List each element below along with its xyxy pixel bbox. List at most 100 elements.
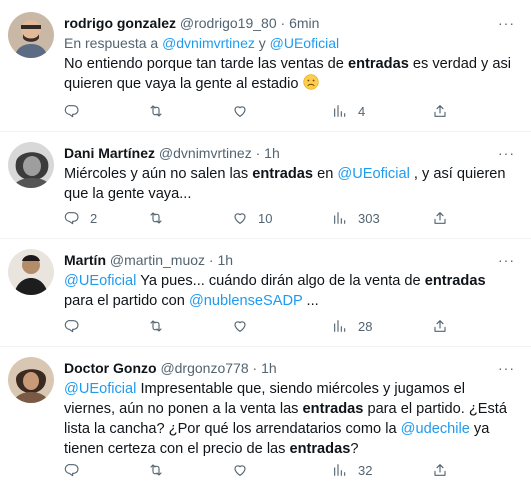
mention-link[interactable]: @UEoficial bbox=[64, 381, 136, 397]
timestamp[interactable]: 1h bbox=[217, 252, 233, 268]
views-count: 4 bbox=[358, 103, 366, 119]
display-name[interactable]: Martín bbox=[64, 252, 106, 268]
mention-link[interactable]: @udechile bbox=[401, 421, 470, 437]
tweet-text: @UEoficial Ya pues... cuándo dirán algo … bbox=[64, 271, 515, 311]
views-icon bbox=[332, 462, 348, 478]
like-count: 10 bbox=[258, 210, 273, 226]
avatar[interactable] bbox=[8, 142, 54, 188]
tweet-2[interactable]: Dani Martínez @dvnimvrtinez · 1h ··· Mié… bbox=[0, 132, 531, 238]
text-segment: Miércoles y aún no salen las bbox=[64, 166, 249, 182]
views-icon bbox=[332, 210, 348, 226]
tweet-text: No entiendo porque tan tarde las ventas … bbox=[64, 54, 515, 94]
slightly-frowning-face-icon bbox=[302, 74, 319, 90]
display-name[interactable]: Dani Martínez bbox=[64, 145, 155, 161]
views-count: 32 bbox=[358, 462, 373, 478]
reply-icon bbox=[64, 210, 80, 226]
text-segment: ... bbox=[306, 293, 319, 309]
reply-context: En respuesta a @dvnimvrtinez y @UEoficia… bbox=[64, 34, 515, 52]
like-icon bbox=[232, 318, 248, 334]
reply-count: 2 bbox=[90, 210, 98, 226]
more-options-icon[interactable]: ··· bbox=[498, 14, 515, 32]
highlighted-term: entradas bbox=[302, 401, 364, 417]
share-button[interactable] bbox=[432, 208, 448, 228]
reply-button[interactable] bbox=[64, 460, 90, 480]
more-options-icon[interactable]: ··· bbox=[498, 144, 515, 162]
mention-link[interactable]: @UEoficial bbox=[337, 166, 409, 182]
reply-icon bbox=[64, 318, 80, 334]
highlighted-term: entradas bbox=[252, 166, 314, 182]
text-segment: No entiendo porque tan tarde las ventas … bbox=[64, 56, 344, 72]
tweet-1[interactable]: rodrigo gonzalez @rodrigo19_80 · 6min ··… bbox=[0, 0, 531, 130]
retweet-button[interactable] bbox=[148, 460, 174, 480]
share-icon bbox=[432, 462, 448, 478]
like-button[interactable] bbox=[232, 460, 258, 480]
retweet-button[interactable] bbox=[148, 101, 174, 121]
like-button[interactable]: 10 bbox=[232, 208, 272, 228]
reply-icon bbox=[64, 462, 80, 478]
like-icon bbox=[232, 103, 248, 119]
separator: · bbox=[208, 252, 214, 268]
retweet-icon bbox=[148, 318, 164, 334]
share-button[interactable] bbox=[432, 101, 448, 121]
mention-link[interactable]: @UEoficial bbox=[64, 273, 136, 289]
tweet-4[interactable]: Doctor Gonzo @drgonzo778 · 1h ··· @UEofi… bbox=[0, 347, 531, 493]
views-button[interactable]: 32 bbox=[332, 460, 372, 480]
views-button[interactable]: 4 bbox=[332, 101, 365, 121]
highlighted-term: entradas bbox=[424, 273, 486, 289]
like-button[interactable] bbox=[232, 316, 258, 336]
tweet-text: Miércoles y aún no salen las entradas en… bbox=[64, 164, 515, 204]
tweet-header: Martín @martin_muoz · 1h ··· bbox=[64, 251, 515, 269]
text-segment: en bbox=[317, 166, 334, 182]
timestamp[interactable]: 6min bbox=[289, 15, 319, 31]
user-handle[interactable]: @dvnimvrtinez bbox=[159, 145, 252, 161]
share-button[interactable] bbox=[432, 460, 448, 480]
like-icon bbox=[232, 462, 248, 478]
tweet-header: rodrigo gonzalez @rodrigo19_80 · 6min ··… bbox=[64, 14, 515, 32]
like-icon bbox=[232, 210, 248, 226]
reply-icon bbox=[64, 103, 80, 119]
reply-and: y bbox=[258, 35, 266, 51]
share-icon bbox=[432, 103, 448, 119]
user-handle[interactable]: @rodrigo19_80 bbox=[180, 15, 277, 31]
retweet-icon bbox=[148, 462, 164, 478]
views-count: 28 bbox=[358, 318, 373, 334]
mention-link[interactable]: @nublenseSADP bbox=[189, 293, 303, 309]
user-handle[interactable]: @drgonzo778 bbox=[160, 360, 248, 376]
text-segment: Ya pues... cuándo dirán algo de la venta… bbox=[140, 273, 421, 289]
mention-link[interactable]: @UEoficial bbox=[270, 35, 339, 51]
reply-prefix: En respuesta a bbox=[64, 35, 159, 51]
views-icon bbox=[332, 103, 348, 119]
highlighted-term: entradas bbox=[347, 56, 409, 72]
share-button[interactable] bbox=[432, 316, 448, 336]
avatar[interactable] bbox=[8, 357, 54, 403]
views-icon bbox=[332, 318, 348, 334]
timestamp[interactable]: 1h bbox=[264, 145, 280, 161]
tweet-actions: 28 bbox=[64, 316, 464, 336]
tweet-actions: 4 bbox=[64, 101, 464, 121]
text-segment: ? bbox=[350, 441, 359, 457]
retweet-button[interactable] bbox=[148, 316, 174, 336]
text-segment: para el partido con bbox=[64, 293, 185, 309]
separator: · bbox=[280, 15, 286, 31]
more-options-icon[interactable]: ··· bbox=[498, 359, 515, 377]
avatar[interactable] bbox=[8, 249, 54, 295]
mention-link[interactable]: @dvnimvrtinez bbox=[162, 35, 255, 51]
views-button[interactable]: 28 bbox=[332, 316, 372, 336]
timestamp[interactable]: 1h bbox=[261, 360, 277, 376]
more-options-icon[interactable]: ··· bbox=[498, 251, 515, 269]
avatar[interactable] bbox=[8, 12, 54, 58]
tweet-3[interactable]: Martín @martin_muoz · 1h ··· @UEoficial … bbox=[0, 239, 531, 345]
retweet-button[interactable] bbox=[148, 208, 174, 228]
tweet-text: @UEoficial Impresentable que, siendo mié… bbox=[64, 379, 515, 459]
tweet-actions: 2 10 303 bbox=[64, 208, 464, 228]
like-button[interactable] bbox=[232, 101, 258, 121]
share-icon bbox=[432, 210, 448, 226]
display-name[interactable]: rodrigo gonzalez bbox=[64, 15, 176, 31]
display-name[interactable]: Doctor Gonzo bbox=[64, 360, 157, 376]
reply-button[interactable] bbox=[64, 101, 90, 121]
views-button[interactable]: 303 bbox=[332, 208, 380, 228]
reply-button[interactable]: 2 bbox=[64, 208, 97, 228]
reply-button[interactable] bbox=[64, 316, 90, 336]
share-icon bbox=[432, 318, 448, 334]
user-handle[interactable]: @martin_muoz bbox=[110, 252, 205, 268]
